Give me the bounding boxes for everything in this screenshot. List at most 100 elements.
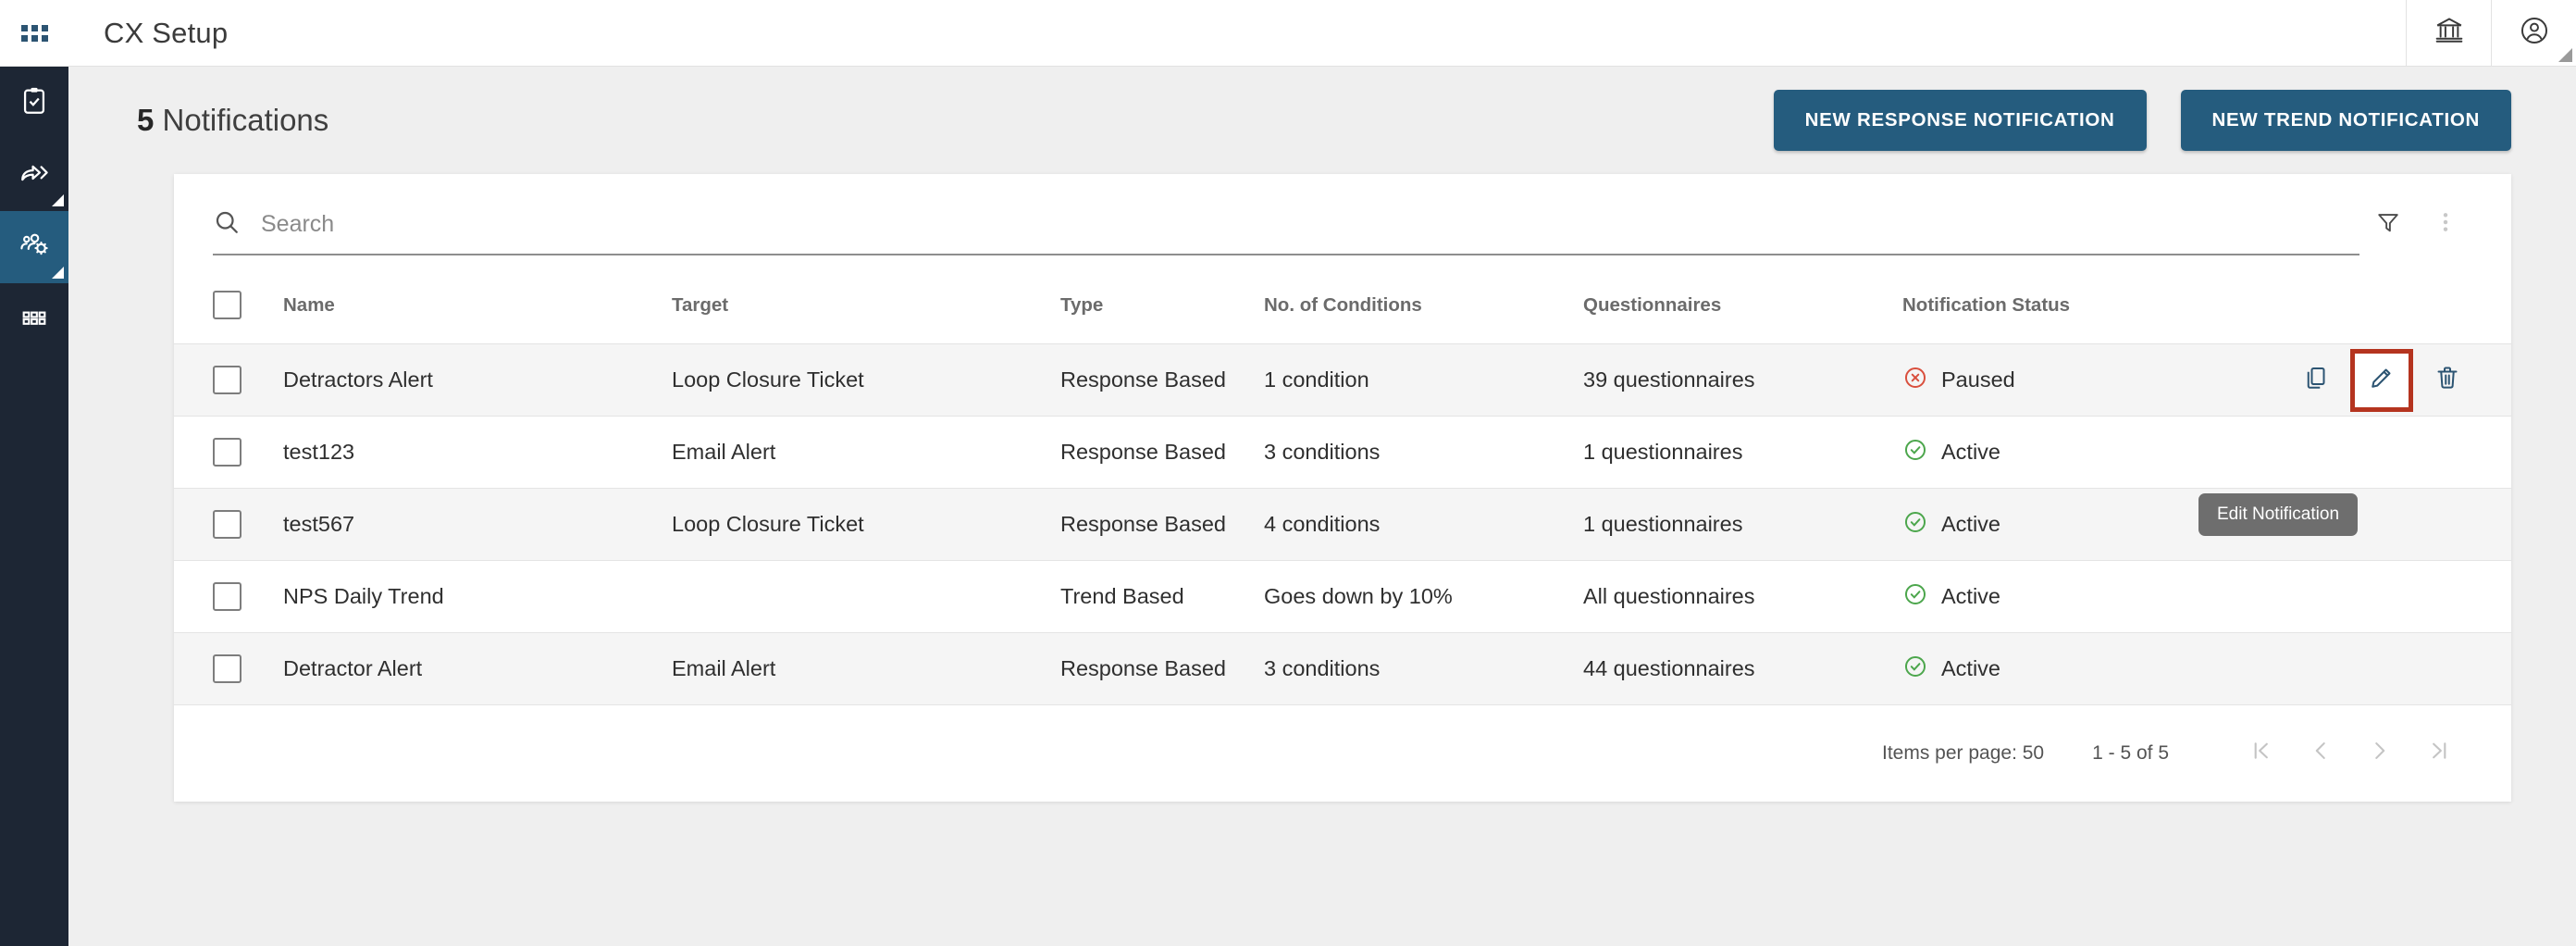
- prev-page-icon: [2308, 738, 2334, 769]
- cell-name: Detractors Alert: [283, 343, 672, 417]
- cell-conditions: 1 condition: [1264, 343, 1583, 417]
- column-header-status[interactable]: Notification Status: [1902, 255, 2222, 344]
- bank-icon: [2434, 15, 2465, 51]
- row-select-cell: [174, 343, 283, 417]
- next-page-button[interactable]: [2350, 724, 2409, 783]
- delete-trash-icon: [2434, 364, 2461, 397]
- filter-button[interactable]: [2359, 200, 2417, 248]
- page-header-title: CX Setup: [104, 16, 229, 49]
- cell-questionnaires: 1 questionnaires: [1583, 488, 1902, 561]
- row-checkbox[interactable]: [213, 654, 242, 683]
- app-root: CX Setup 5 Notifications NEW RESPONSE NO…: [0, 0, 2576, 946]
- cell-name: Detractor Alert: [283, 632, 672, 705]
- expand-corner-indicator: [52, 267, 64, 279]
- row-select-cell: [174, 488, 283, 561]
- cell-target: [672, 560, 1060, 633]
- organization-button[interactable]: [2406, 0, 2491, 67]
- column-header-questionnaires[interactable]: Questionnaires: [1583, 255, 1902, 344]
- cell-conditions: 3 conditions: [1264, 416, 1583, 489]
- page-heading-row: 5 Notifications NEW RESPONSE NOTIFICATIO…: [68, 67, 2576, 174]
- new-trend-notification-button[interactable]: NEW TREND NOTIFICATION: [2180, 90, 2511, 151]
- cell-actions: [2222, 416, 2511, 489]
- table-body: Detractors Alert Loop Closure Ticket Res…: [174, 343, 2511, 705]
- table-header: Name Target Type No. of Conditions Quest…: [174, 255, 2511, 344]
- more-options-button[interactable]: [2417, 200, 2474, 248]
- table-row[interactable]: Detractor Alert Email Alert Response Bas…: [174, 632, 2511, 705]
- new-response-notification-button[interactable]: NEW RESPONSE NOTIFICATION: [1773, 90, 2147, 151]
- sidebar-item-modules[interactable]: [0, 283, 68, 355]
- table-row[interactable]: test567 Loop Closure Ticket Response Bas…: [174, 488, 2511, 561]
- cell-type: Response Based: [1060, 416, 1264, 489]
- status-badge: Active: [1902, 581, 2222, 613]
- cell-conditions: 3 conditions: [1264, 632, 1583, 705]
- select-all-header: [174, 255, 283, 344]
- items-per-page[interactable]: Items per page: 50: [1882, 742, 2044, 765]
- column-header-name[interactable]: Name: [283, 255, 672, 344]
- notifications-card: Name Target Type No. of Conditions Quest…: [174, 174, 2511, 802]
- cell-status: Active: [1902, 488, 2222, 561]
- page-title: 5 Notifications: [137, 103, 328, 138]
- cell-actions: [2222, 632, 2511, 705]
- cell-questionnaires: 1 questionnaires: [1583, 416, 1902, 489]
- cell-questionnaires: 39 questionnaires: [1583, 343, 1902, 417]
- sidebar-item-cx-setup[interactable]: [0, 211, 68, 283]
- top-bar: CX Setup: [68, 0, 2576, 67]
- cell-status: Active: [1902, 560, 2222, 633]
- left-nav-rail: [0, 0, 68, 946]
- notification-count: 5: [137, 103, 155, 137]
- cell-conditions: Goes down by 10%: [1264, 560, 1583, 633]
- search-row: [174, 174, 2511, 255]
- search-box[interactable]: [213, 208, 2359, 255]
- status-label: Active: [1941, 440, 2000, 464]
- row-checkbox[interactable]: [213, 510, 242, 539]
- edit-notification-button[interactable]: [2350, 348, 2413, 412]
- search-input[interactable]: [261, 211, 2359, 238]
- pagination-range: 1 - 5 of 5: [2092, 742, 2169, 764]
- sidebar-item-surveys[interactable]: [0, 67, 68, 139]
- table-row[interactable]: NPS Daily Trend Trend Based Goes down by…: [174, 560, 2511, 633]
- status-badge: Active: [1902, 437, 2222, 468]
- edit-notification-tooltip: Edit Notification: [2198, 493, 2359, 536]
- table-row[interactable]: Detractors Alert Loop Closure Ticket Res…: [174, 343, 2511, 417]
- row-actions: [2222, 348, 2511, 412]
- last-page-button[interactable]: [2409, 724, 2469, 783]
- sidebar-item-distribution[interactable]: [0, 139, 68, 211]
- main-area: CX Setup 5 Notifications NEW RESPONSE NO…: [68, 0, 2576, 946]
- status-label: Paused: [1941, 367, 2015, 392]
- cell-actions: [2222, 560, 2511, 633]
- row-checkbox[interactable]: [213, 438, 242, 467]
- prev-page-button[interactable]: [2291, 724, 2350, 783]
- apps-launcher-button[interactable]: [0, 0, 68, 67]
- delete-notification-button[interactable]: [2421, 354, 2474, 407]
- table-row[interactable]: test123 Email Alert Response Based 3 con…: [174, 416, 2511, 489]
- status-badge: Active: [1902, 653, 2222, 685]
- first-page-button[interactable]: [2232, 724, 2291, 783]
- cell-status: Active: [1902, 632, 2222, 705]
- select-all-checkbox[interactable]: [213, 291, 242, 319]
- filter-icon: [2375, 209, 2401, 240]
- column-header-target[interactable]: Target: [672, 255, 1060, 344]
- first-page-icon: [2248, 738, 2274, 769]
- column-header-type[interactable]: Type: [1060, 255, 1264, 344]
- more-vertical-icon: [2433, 209, 2458, 240]
- copy-icon: [2302, 364, 2330, 397]
- row-select-cell: [174, 632, 283, 705]
- search-icon: [213, 208, 261, 241]
- cell-type: Response Based: [1060, 632, 1264, 705]
- row-select-cell: [174, 560, 283, 633]
- search-actions: [2359, 200, 2474, 255]
- column-header-conditions[interactable]: No. of Conditions: [1264, 255, 1583, 344]
- edit-pencil-icon: [2368, 364, 2396, 397]
- cell-actions: [2222, 343, 2511, 417]
- page-title-suffix: Notifications: [154, 103, 329, 137]
- row-checkbox[interactable]: [213, 582, 242, 611]
- table-header-row: Name Target Type No. of Conditions Quest…: [174, 255, 2511, 344]
- row-checkbox[interactable]: [213, 366, 242, 394]
- cell-target: Email Alert: [672, 632, 1060, 705]
- status-active-icon: [1902, 581, 1941, 613]
- cell-type: Trend Based: [1060, 560, 1264, 633]
- copy-notification-button[interactable]: [2289, 354, 2343, 407]
- notifications-table: Name Target Type No. of Conditions Quest…: [174, 255, 2511, 705]
- column-header-actions: [2222, 255, 2511, 344]
- status-label: Active: [1941, 584, 2000, 608]
